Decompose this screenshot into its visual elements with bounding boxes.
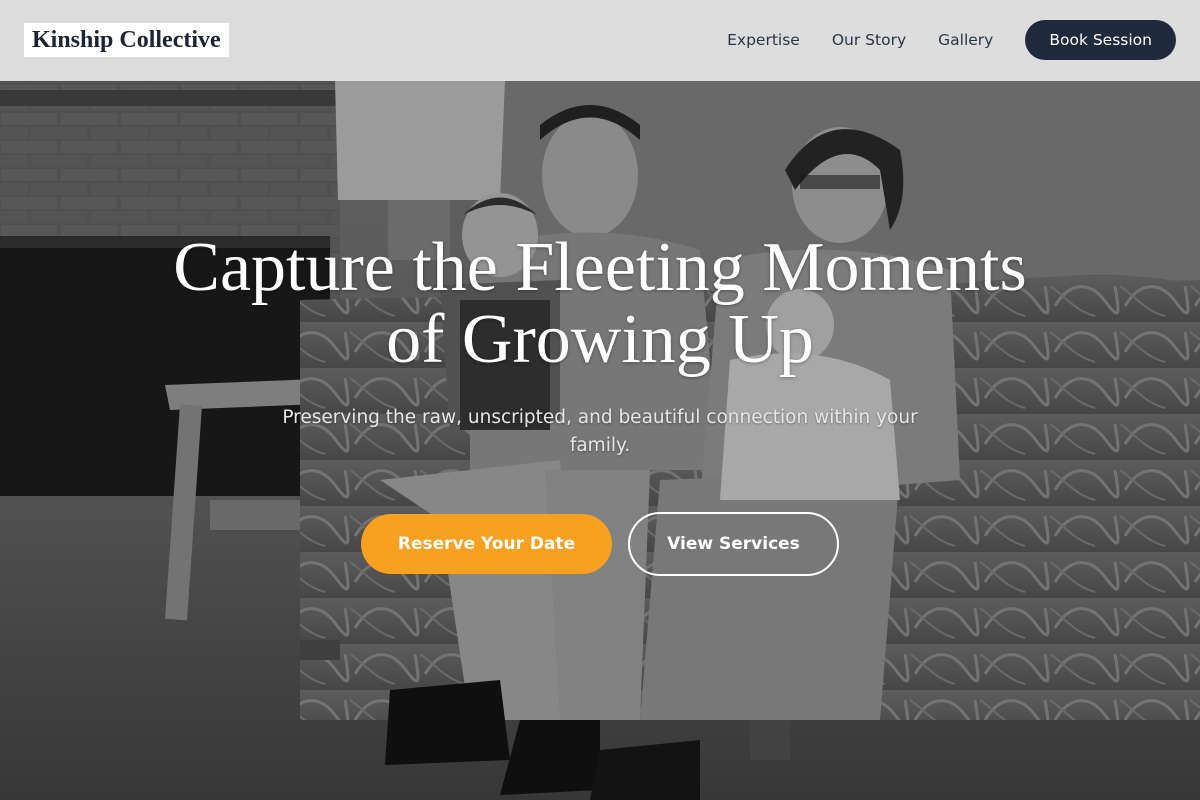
main-nav: Expertise Our Story Gallery Book Session	[727, 20, 1176, 60]
nav-link-gallery[interactable]: Gallery	[938, 31, 993, 49]
hero-actions: Reserve Your Date View Services	[0, 512, 1200, 576]
hero-section: Capture the Fleeting Moments of Growing …	[0, 232, 1200, 576]
site-header: Kinship Collective Expertise Our Story G…	[0, 0, 1200, 81]
brand-logo[interactable]: Kinship Collective	[24, 23, 229, 57]
hero-title: Capture the Fleeting Moments of Growing …	[173, 229, 1027, 378]
view-services-button[interactable]: View Services	[628, 512, 839, 576]
reserve-date-button[interactable]: Reserve Your Date	[361, 514, 612, 574]
book-session-button[interactable]: Book Session	[1025, 20, 1176, 60]
landing-page: Kinship Collective Expertise Our Story G…	[0, 0, 1200, 800]
nav-link-our-story[interactable]: Our Story	[832, 31, 906, 49]
nav-link-expertise[interactable]: Expertise	[727, 31, 800, 49]
hero-subtitle: Preserving the raw, unscripted, and beau…	[282, 407, 918, 456]
